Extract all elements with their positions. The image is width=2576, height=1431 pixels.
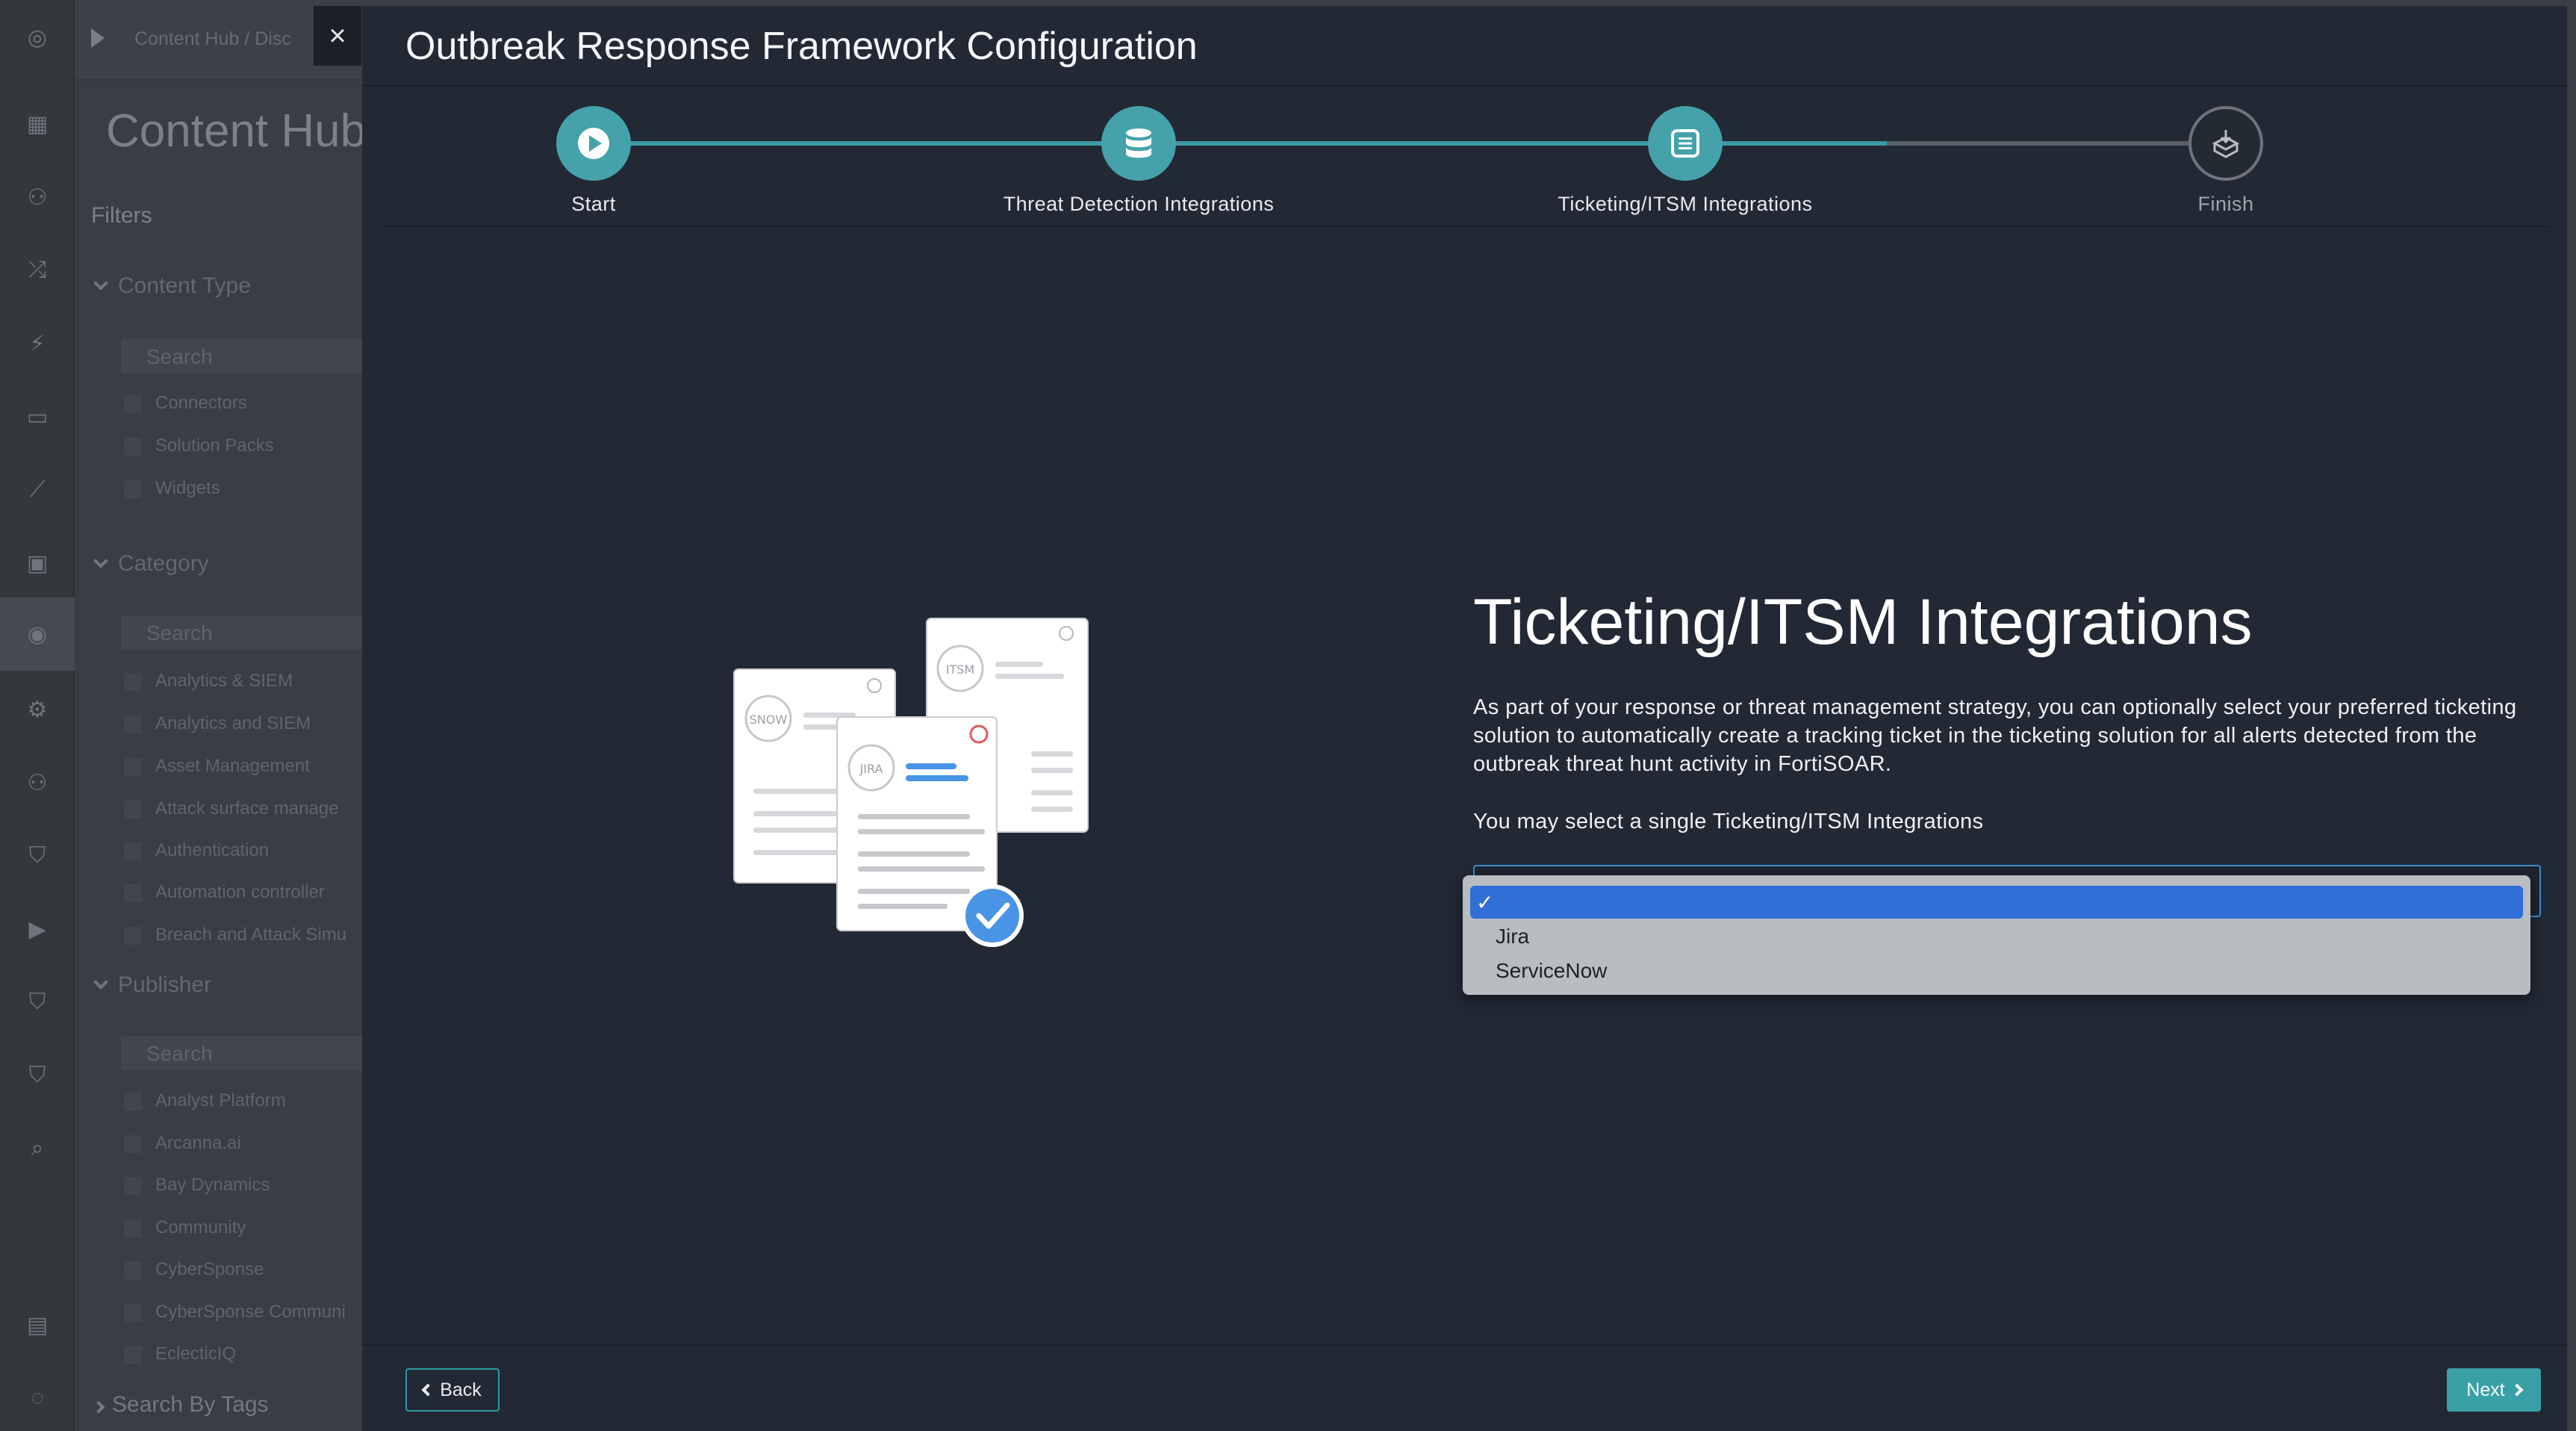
filter-option[interactable]: Analyst Platform [124,1090,286,1111]
chevron-down-icon [93,553,108,568]
close-button[interactable]: × [314,6,361,66]
filter-option[interactable]: Asset Management [124,756,310,777]
chevron-down-icon [93,276,108,291]
filter-option[interactable]: EclecticIQ [124,1344,236,1365]
shield-alt-icon[interactable]: ⛉ [21,1059,54,1092]
help-icon[interactable]: ◌ [21,1382,54,1415]
step-finish[interactable] [2188,106,2263,181]
briefcase-icon[interactable]: ▭ [21,400,54,433]
chevron-right-icon [2510,1383,2524,1397]
shield-check-icon[interactable]: ⛉ [21,986,54,1019]
wizard-stepper: Start Threat Detection Integrations Tick… [382,88,2548,227]
icon-rail: ◎ ▦ ⚇ ⤮ ⚡ ▭ ⟋ ▣ ◉ ⚙ ⚇ ⛉ ▶ ⛉ ⛉ ⌕ ▤ ◌ [0,0,75,1431]
team-icon[interactable]: ⚇ [21,766,54,799]
content-type-search[interactable]: Search [121,339,362,373]
settings-icon[interactable]: ⚙ [21,693,54,726]
filter-panel: Content Hub / Disc Content Hub Filters C… [75,0,362,1431]
publisher-search[interactable]: Search [121,1036,362,1070]
users-icon[interactable]: ⚇ [21,181,54,214]
filter-option[interactable]: Breach and Attack Simu [124,925,346,946]
section-description: As part of your response or threat manag… [1473,695,2517,776]
app-logo-icon[interactable]: ◎ [21,21,54,54]
filter-option[interactable]: Analytics and SIEM [124,713,311,734]
dashboard-icon[interactable]: ▦ [21,108,54,140]
page-title: Content Hub [106,105,362,157]
checkmark-icon: ✓ [1476,891,1494,914]
step-threat-detection[interactable] [1101,106,1176,181]
chevron-left-icon [421,1383,435,1397]
ticketing-dropdown[interactable]: ✓ Jira ServiceNow [1463,875,2530,995]
publisher-section[interactable]: Publisher [93,972,211,998]
step-start[interactable] [556,106,631,181]
chevron-right-icon [92,1400,105,1414]
filter-option[interactable]: Solution Packs [124,435,274,456]
filter-option[interactable]: Authentication [124,840,269,861]
close-icon: × [329,19,346,52]
modal-title: Outbreak Response Framework Configuratio… [405,25,1198,68]
filter-option[interactable]: Community [124,1217,246,1238]
filter-option[interactable]: CyberSponse Communi [124,1302,346,1323]
snow-card-label: SNOW [750,713,788,727]
expand-icon[interactable] [91,28,105,48]
dropdown-option-empty[interactable]: ✓ [1470,886,2523,919]
checkmark-badge-icon [961,884,1024,947]
search-nav-icon[interactable]: ⌕ [21,1132,54,1165]
filter-option[interactable]: Analytics & SIEM [124,671,293,692]
step-label-start: Start [571,193,616,215]
jira-card-label: JIRA [859,762,883,776]
step-label-threat-detection: Threat Detection Integrations [1003,193,1275,215]
dropdown-option-servicenow[interactable]: ServiceNow [1470,954,2523,987]
content-type-section[interactable]: Content Type [93,273,251,299]
list-icon [1671,129,1699,158]
step-ticketing[interactable] [1648,106,1723,181]
itsm-card-label: ITSM [946,662,974,677]
finish-icon [2212,130,2240,158]
apps-grid-icon[interactable]: ▣ [21,547,54,580]
category-section[interactable]: Category [93,551,209,577]
filter-option[interactable]: CyberSponse [124,1259,264,1280]
modal-footer: Back Next [362,1344,2567,1431]
filter-option[interactable]: Bay Dynamics [124,1175,270,1196]
section-heading: Ticketing/ITSM Integrations [1473,586,2253,658]
shield-icon[interactable]: ⛉ [21,839,54,872]
step-connector-pending [1887,141,2188,146]
search-by-tags[interactable]: Search By Tags [92,1392,269,1418]
screen: ◎ ▦ ⚇ ⤮ ⚡ ▭ ⟋ ▣ ◉ ⚙ ⚇ ⛉ ▶ ⛉ ⛉ ⌕ ▤ ◌ Cont… [0,0,2576,1431]
chart-icon[interactable]: ⟋ [21,474,54,506]
chevron-down-icon [93,975,108,990]
ticketing-illustration: ITSM SNOW JIRA [732,617,1106,960]
breadcrumb[interactable]: Content Hub / Disc [134,28,291,50]
clipboard-icon[interactable]: ▤ [21,1309,54,1341]
category-search[interactable]: Search [121,615,362,650]
step-label-ticketing: Ticketing/ITSM Integrations [1558,193,1813,215]
database-icon [1126,128,1151,158]
filter-option[interactable]: Arcanna.ai [124,1133,241,1154]
selection-note: You may select a single Ticketing/ITSM I… [1473,810,1984,834]
filter-option[interactable]: Automation controller [124,882,325,903]
filter-option[interactable]: Widgets [124,478,220,499]
filter-option[interactable]: Connectors [124,393,247,414]
configuration-modal: Outbreak Response Framework Configuratio… [362,6,2567,1431]
back-button[interactable]: Back [405,1368,500,1412]
next-button[interactable]: Next [2447,1368,2541,1412]
shuffle-icon[interactable]: ⤮ [21,254,54,287]
modal-header: Outbreak Response Framework Configuratio… [362,6,2567,87]
dropdown-option-jira[interactable]: Jira [1470,920,2523,953]
bolt-icon[interactable]: ⚡ [21,327,54,360]
content-hub-icon[interactable]: ◉ [0,597,75,671]
filters-label: Filters [91,203,152,228]
filter-option[interactable]: Attack surface manage [124,798,338,819]
play-nav-icon[interactable]: ▶ [21,913,54,946]
step-label-finish: Finish [2197,193,2254,215]
play-icon [578,128,609,159]
